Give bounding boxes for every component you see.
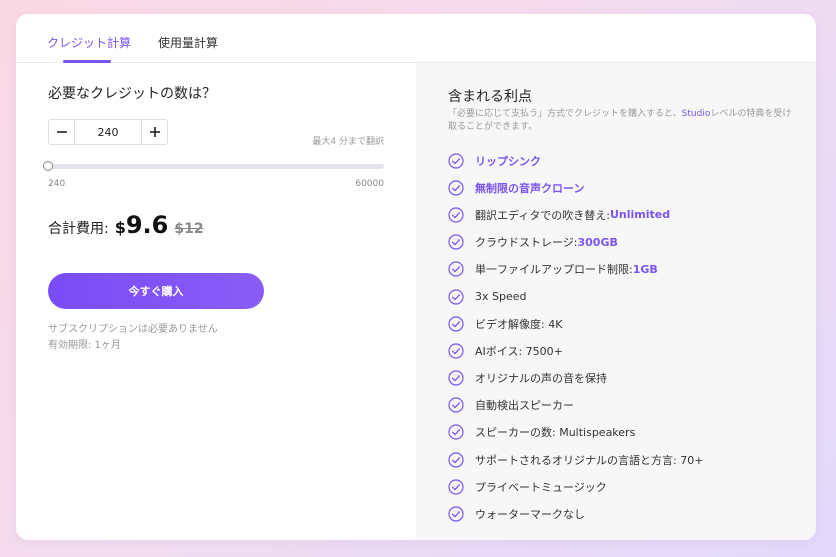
buy-now-button[interactable]: 今すぐ購入 <box>48 273 264 309</box>
plus-icon <box>149 127 160 137</box>
max-duration-hint: 最大4 分まで翻訳 <box>312 137 384 147</box>
benefit-label: AIボイス: 7500+ <box>475 344 563 358</box>
decrement-button[interactable] <box>49 120 75 144</box>
check-circle-icon <box>448 180 464 196</box>
check-circle-icon <box>448 316 464 332</box>
benefit-label: 自動検出スピーカー <box>475 399 574 413</box>
benefit-value: 1GB <box>632 262 658 276</box>
check-circle-icon <box>448 152 464 169</box>
check-circle-icon <box>448 288 464 305</box>
credit-amount-input[interactable] <box>75 120 141 144</box>
benefit-item: オリジナルの声の音を保持 <box>448 365 703 392</box>
calculator-panel: 必要なクレジットの数は？ 最大4 分まで翻訳 240 60000 合計費用: $… <box>16 63 416 540</box>
benefit-item: スピーカーの数: Multispeakers <box>448 419 703 446</box>
benefits-list: リップシンク 無制限の音声クローン 翻訳エディタでの吹き替え: Unlimited ク… <box>448 147 703 528</box>
benefit-item: 翻訳エディタでの吹き替え: Unlimited <box>448 201 703 228</box>
check-circle-icon <box>448 452 464 468</box>
benefit-label: サポートされるオリジナルの言語と方言: 70+ <box>475 453 704 467</box>
benefit-item: ビデオ解像度: 4K <box>448 310 703 337</box>
benefit-label: オリジナルの声の音を保持 <box>475 372 607 386</box>
benefit-label: クラウドストレージ: <box>475 236 578 250</box>
tab-usage-calculator[interactable]: 使用量計算 <box>158 34 218 51</box>
benefit-label: リップシンク <box>475 154 541 168</box>
benefit-label: 無制限の音声クローン <box>475 181 585 195</box>
check-circle-icon <box>448 424 464 441</box>
check-circle-icon <box>448 207 464 223</box>
benefits-title: 含まれる利点 <box>448 89 532 105</box>
check-circle-icon <box>448 370 464 386</box>
total-price: 9.6 <box>125 211 169 239</box>
benefit-label: 翻訳エディタでの吹き替え: <box>475 208 610 222</box>
pricing-card: クレジット計算 使用量計算 必要なクレジットの数は？ 最大4 分まで翻訳 240… <box>16 14 816 540</box>
tab-credit-calculator[interactable]: クレジット計算 <box>47 34 131 51</box>
check-circle-icon <box>448 261 464 277</box>
slider-min-label: 240 <box>48 179 66 189</box>
total-cost-label: 合計費用: <box>48 221 109 237</box>
credit-stepper <box>48 119 168 145</box>
benefit-item: クラウドストレージ: 300GB <box>448 229 703 256</box>
check-circle-icon <box>448 479 464 495</box>
tab-bar: クレジット計算 使用量計算 <box>16 14 816 63</box>
slider-thumb[interactable] <box>43 161 53 171</box>
benefit-value: Unlimited <box>609 208 671 222</box>
benefit-label: 3x Speed <box>475 290 527 304</box>
benefit-item: AIボイス: 7500+ <box>448 337 703 364</box>
benefit-item: リップシンク <box>448 147 703 174</box>
benefit-item: サポートされるオリジナルの言語と方言: 70+ <box>448 446 703 473</box>
benefit-item: 3x Speed <box>448 283 703 310</box>
original-price: $12 <box>174 221 204 237</box>
check-circle-icon <box>448 397 464 413</box>
credits-question: 必要なクレジットの数は？ <box>48 86 216 102</box>
minus-icon <box>56 131 67 133</box>
slider-max-label: 60000 <box>355 179 384 189</box>
benefits-panel: 含まれる利点 「必要に応じて支払う」方式でクレジットを購入すると、Studioレ… <box>416 63 816 540</box>
benefit-label: ウォーターマークなし <box>475 508 585 522</box>
total-cost: 合計費用: $ 9.6 $12 <box>48 211 204 239</box>
benefit-value: 300GB <box>577 235 618 249</box>
studio-highlight: Studio <box>681 109 711 119</box>
benefits-description: 「必要に応じて支払う」方式でクレジットを購入すると、Studioレベルの特典を受… <box>448 108 798 134</box>
benefit-label: ビデオ解像度: 4K <box>475 317 563 331</box>
currency-symbol: $ <box>114 218 126 237</box>
check-circle-icon <box>448 343 464 359</box>
benefit-item: ウォーターマークなし <box>448 500 703 527</box>
increment-button[interactable] <box>141 120 167 144</box>
benefit-item: 自動検出スピーカー <box>448 392 703 419</box>
benefit-label: プライベートミュージック <box>475 480 607 494</box>
benefit-label: 単一ファイルアップロード制限: <box>475 263 633 277</box>
benefit-label: スピーカーの数: Multispeakers <box>475 426 636 440</box>
no-subscription-note: サブスクリプションは必要ありません <box>48 324 218 335</box>
desc-text: 「必要に応じて支払う」方式でクレジットを購入すると、 <box>448 109 682 119</box>
credit-slider[interactable] <box>43 161 384 171</box>
benefit-item: 無制限の音声クローン <box>448 174 703 201</box>
check-circle-icon <box>448 234 464 250</box>
check-circle-icon <box>448 506 464 522</box>
expiry-note: 有効期限: 1ヶ月 <box>48 340 121 351</box>
benefit-item: プライベートミュージック <box>448 473 703 500</box>
benefit-item: 単一ファイルアップロード制限: 1GB <box>448 256 703 283</box>
